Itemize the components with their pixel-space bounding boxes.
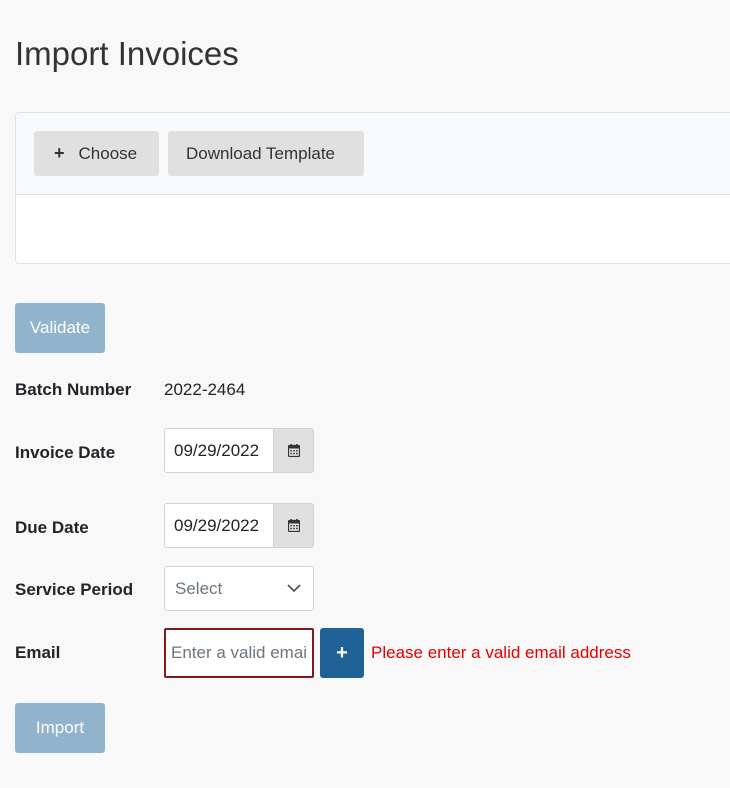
page-title: Import Invoices [15,35,239,72]
add-email-button[interactable]: + [320,628,364,678]
due-date-input[interactable] [164,503,273,548]
choose-file-button[interactable]: + Choose [34,131,159,176]
service-period-selected-value: Select [175,578,223,598]
plus-icon: + [336,641,348,664]
invoice-date-label: Invoice Date [15,443,116,462]
validate-button[interactable]: Validate [15,303,105,353]
download-template-label: Download Template [186,143,335,163]
import-invoices-page: Import Invoices + Choose Download Templa… [0,0,730,788]
calendar-icon [287,444,300,457]
email-error-message: Please enter a valid email address [371,643,631,662]
due-date-label: Due Date [15,518,89,537]
invoice-date-calendar-button[interactable] [273,428,314,473]
service-period-label: Service Period [15,580,134,599]
calendar-icon [287,519,300,532]
batch-number-label: Batch Number [15,380,132,399]
service-period-select[interactable]: Select [164,566,314,611]
file-upload-panel: + Choose Download Template [15,112,730,264]
import-button[interactable]: Import [15,703,105,753]
email-input[interactable] [164,628,314,678]
choose-label: Choose [78,143,138,163]
plus-icon: + [54,143,65,163]
invoice-date-input[interactable] [164,428,273,473]
due-date-group [164,503,314,548]
upload-toolbar: + Choose Download Template [16,113,730,195]
email-label: Email [15,643,61,662]
due-date-calendar-button[interactable] [273,503,314,548]
upload-dropzone[interactable] [16,194,730,263]
batch-number-value: 2022-2464 [164,380,246,399]
invoice-date-group [164,428,314,473]
download-template-button[interactable]: Download Template [168,131,364,176]
chevron-down-icon [287,584,301,593]
